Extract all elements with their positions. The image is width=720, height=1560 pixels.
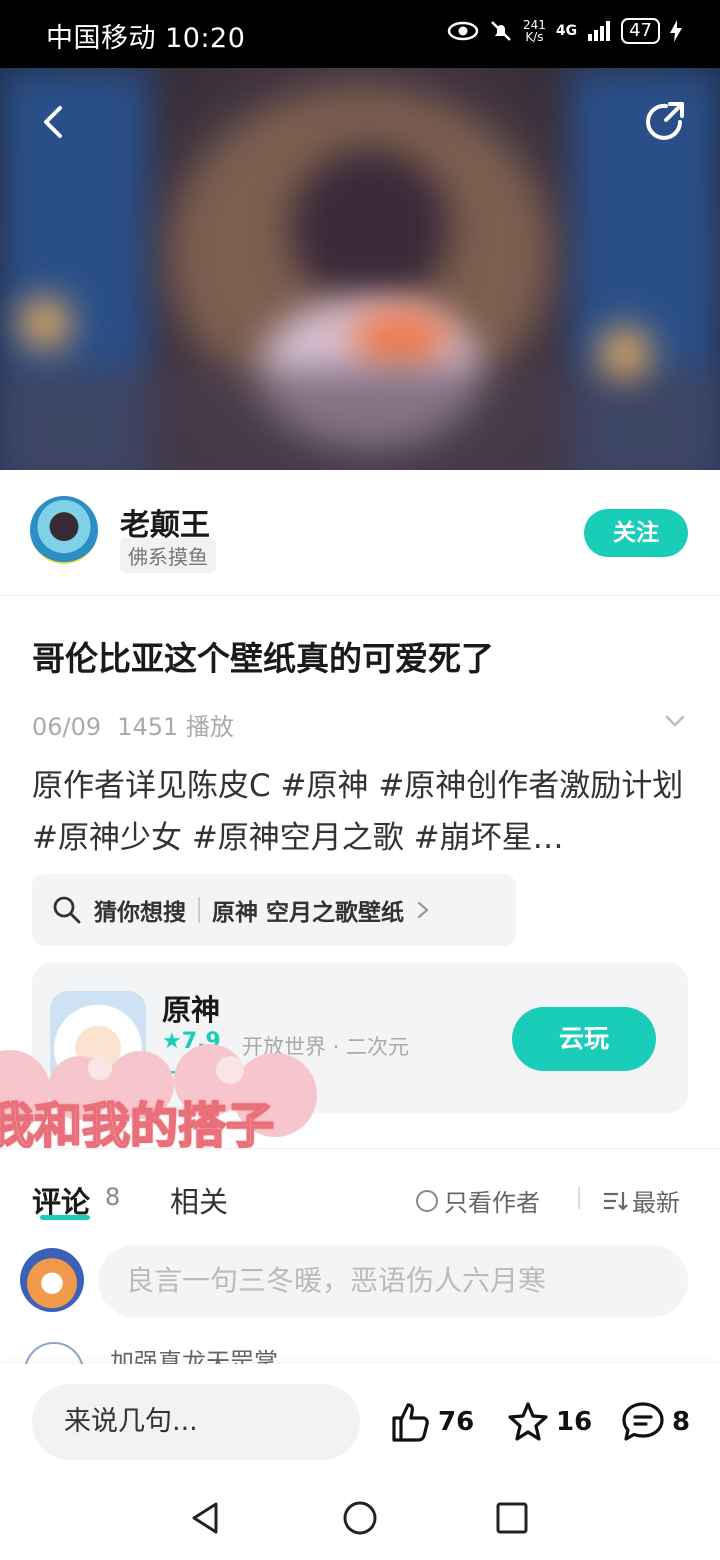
radio-icon	[416, 1189, 438, 1212]
favorite-count: 16	[556, 1407, 593, 1437]
only-author-toggle[interactable]: 只看作者	[416, 1183, 540, 1218]
game-tags: 开放世界 · 二次元	[242, 1035, 410, 1059]
back-icon[interactable]	[28, 96, 80, 148]
author-row: 老颠王 佛系摸鱼 关注	[0, 470, 720, 596]
only-author-label: 只看作者	[444, 1189, 540, 1217]
sticker-text: 我和我的搭子	[0, 1097, 275, 1155]
user-avatar	[20, 1248, 84, 1312]
battery-indicator: 47	[621, 18, 660, 44]
search-icon	[53, 896, 81, 924]
thumbs-up-icon	[392, 1403, 429, 1442]
post-date: 06/09	[32, 713, 102, 741]
carrier-time: 中国移动 10:20	[46, 23, 246, 54]
follow-button[interactable]: 关注	[584, 509, 688, 557]
chevron-down-icon[interactable]	[664, 710, 686, 732]
charging-icon	[670, 20, 682, 42]
comment-button[interactable]: 8	[620, 1400, 690, 1444]
mute-bell-icon	[491, 21, 511, 41]
game-name: 原神	[162, 993, 221, 1027]
star-icon	[508, 1402, 548, 1441]
system-nav-bar	[0, 1474, 720, 1560]
bottom-action-bar: 来说几句... 76 16 8	[0, 1364, 720, 1474]
status-icons: 241 K/s 4G 47	[447, 18, 682, 44]
post-title: 哥伦比亚这个壁纸真的可爱死了	[32, 639, 494, 678]
author-avatar[interactable]	[30, 496, 98, 564]
chevron-right-icon	[417, 901, 429, 919]
tab-indicator	[40, 1215, 90, 1220]
divider	[578, 1187, 580, 1209]
search-suggestion-prefix: 猜你想搜	[94, 900, 186, 926]
comment-composer: 良言一句三冬暖，恶语伤人六月寒	[0, 1238, 720, 1328]
commenter-avatar	[24, 1342, 84, 1364]
network-type: 4G	[555, 23, 578, 39]
tab-related[interactable]: 相关	[170, 1179, 228, 1221]
comment-item[interactable]: 加强真龙天罡掌	[0, 1330, 720, 1364]
nav-back-icon[interactable]	[188, 1500, 224, 1536]
post-meta: 06/09 1451 播放	[32, 707, 234, 742]
video-player[interactable]	[0, 68, 720, 470]
net-speed: 241 K/s	[522, 18, 546, 44]
divider	[198, 897, 200, 923]
search-suggestion-term: 原神 空月之歌壁纸	[212, 900, 405, 926]
comment-bubble-icon	[622, 1402, 664, 1441]
cloud-play-button[interactable]: 云玩	[512, 1007, 656, 1071]
game-icon	[50, 991, 146, 1087]
status-bar: 中国移动 10:20 241 K/s 4G 47	[0, 0, 720, 68]
sort-icon	[604, 1191, 628, 1211]
nav-home-icon[interactable]	[342, 1500, 378, 1536]
comment-count-bottom: 8	[672, 1407, 691, 1437]
like-button[interactable]: 76	[388, 1400, 474, 1444]
game-rating: ★7.9	[162, 1029, 221, 1054]
comment-count: 8	[105, 1183, 121, 1211]
comment-tabs: 评论 8 相关 只看作者 最新	[0, 1148, 720, 1238]
share-icon[interactable]	[640, 96, 692, 148]
search-suggestion[interactable]: 猜你想搜 原神 空月之歌壁纸	[32, 874, 516, 946]
comment-input[interactable]: 良言一句三冬暖，恶语伤人六月寒	[98, 1245, 688, 1317]
sort-label: 最新	[632, 1189, 680, 1217]
author-tag: 佛系摸鱼	[120, 538, 216, 573]
play-count: 1451 播放	[117, 713, 234, 741]
post-description: 原作者详见陈皮C #原神 #原神创作者激励计划 #原神少女 #原神空月之歌 #崩…	[32, 768, 684, 856]
eye-icon	[447, 21, 479, 41]
like-count: 76	[438, 1407, 475, 1437]
favorite-button[interactable]: 16	[506, 1400, 592, 1444]
nav-recents-icon[interactable]	[494, 1500, 530, 1536]
say-something-input[interactable]: 来说几句...	[32, 1384, 360, 1460]
signal-icon	[588, 21, 611, 41]
sort-toggle[interactable]: 最新	[602, 1183, 680, 1218]
commenter-name: 加强真龙天罡掌	[110, 1348, 278, 1364]
